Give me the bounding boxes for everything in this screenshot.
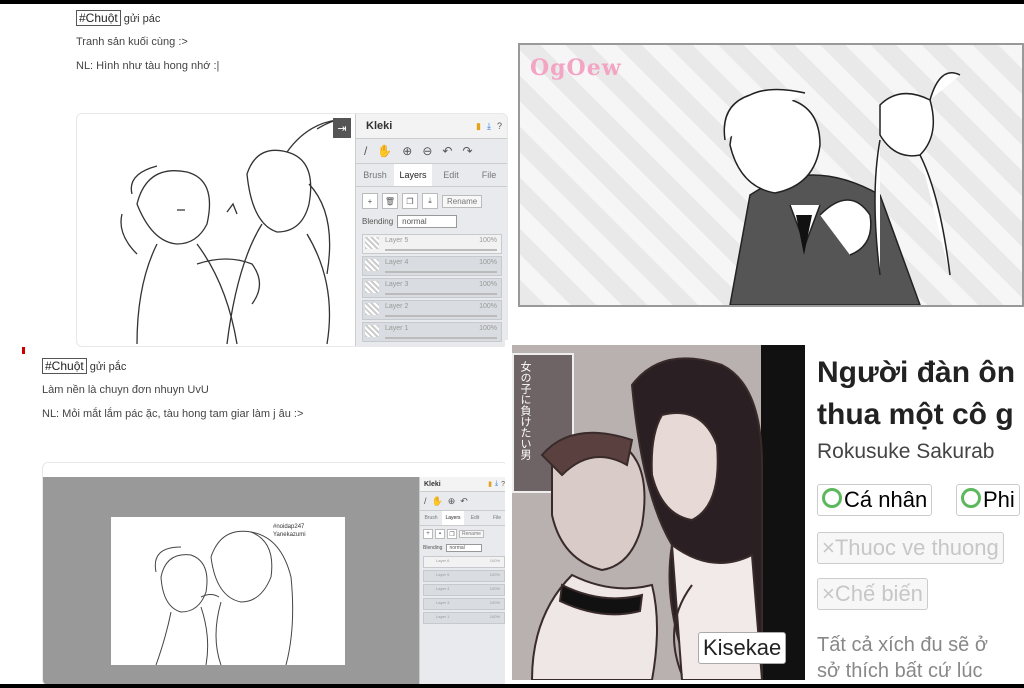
post-1-suffix: gửi pác bbox=[123, 13, 161, 25]
post-2-suffix: gửi pắc bbox=[89, 361, 127, 373]
manga-author[interactable]: Rokusuke Sakurab bbox=[817, 440, 994, 464]
sketch-image-3: #noidap247 Yanekazumi Kleki ▮ ⤓ ? / ✋ ⊕ … bbox=[42, 462, 508, 686]
add-layer-icon[interactable]: + bbox=[362, 193, 378, 209]
brush-tool-icon[interactable]: / bbox=[364, 144, 367, 158]
layer-item[interactable]: Layer 6 100% bbox=[423, 556, 505, 568]
zoom-in-icon[interactable]: ⊕ bbox=[402, 144, 412, 158]
manga-characters bbox=[530, 357, 764, 680]
tab-edit[interactable]: Edit bbox=[432, 164, 470, 186]
kleki-logo: Kleki bbox=[424, 480, 441, 488]
blending-select[interactable]: normal bbox=[446, 544, 483, 552]
kleki-toolbar: / ✋ ⊕ ⊖ ↶ ↷ bbox=[356, 139, 507, 164]
layer-item[interactable]: Layer 3 100% bbox=[423, 598, 505, 610]
suit-figure-illustration bbox=[723, 72, 961, 305]
circle-icon bbox=[961, 488, 981, 508]
duplicate-layer-icon[interactable]: ❐ bbox=[447, 529, 457, 539]
blending-row: Blending normal bbox=[420, 542, 507, 554]
kisekae-badge[interactable]: Kisekae bbox=[698, 632, 787, 664]
hand-tool-icon[interactable]: ✋ bbox=[432, 496, 443, 507]
rename-button[interactable]: Rename bbox=[459, 530, 484, 538]
tag-chip-excluded[interactable]: ×Thuoc ve thuong bbox=[817, 532, 1004, 564]
layer-item[interactable]: Layer 1 100% bbox=[362, 322, 502, 342]
blending-label: Blending bbox=[362, 217, 394, 226]
post-2-line-2: NL: Mỏi mắt lắm pác ặc, tàu hong tam gia… bbox=[42, 408, 304, 420]
kleki-panel-1: Kleki ▮ ⤓ ? / ✋ ⊕ ⊖ ↶ ↷ Brush Layers Edi… bbox=[355, 114, 507, 346]
circle-icon bbox=[822, 488, 842, 508]
post-2: #Chuột gửi pắc Làm nền là chuyn đơn nhuyn… bbox=[42, 358, 303, 420]
blending-label: Blending bbox=[423, 545, 443, 551]
couple-sketch-1 bbox=[120, 119, 348, 345]
blending-row: Blending normal bbox=[356, 211, 507, 232]
manga-cover[interactable]: 女の子に負けたい男 Kisekae bbox=[512, 345, 805, 680]
layer-item[interactable]: Layer 4 100% bbox=[423, 584, 505, 596]
layer-item[interactable]: Layer 3 100% bbox=[362, 278, 502, 298]
download-icon[interactable]: ⤓ bbox=[495, 480, 498, 488]
redo-icon[interactable]: ↷ bbox=[462, 144, 472, 158]
tab-layers[interactable]: Layers bbox=[442, 511, 464, 525]
layer-item[interactable]: Layer 1 100% bbox=[423, 612, 505, 624]
tag-chip-phi[interactable]: Phi bbox=[956, 484, 1020, 516]
layer-item[interactable]: Layer 5 100% bbox=[362, 234, 502, 254]
brush-tool-icon[interactable]: / bbox=[424, 496, 427, 506]
kleki-toolbar: / ✋ ⊕ ↶ bbox=[420, 492, 507, 511]
canvas-paper: #noidap247 Yanekazumi bbox=[111, 517, 345, 665]
folder-icon[interactable]: ▮ bbox=[476, 121, 481, 132]
kleki-header: Kleki ▮ ⤓ ? bbox=[356, 114, 507, 139]
post-1-line-2: NL: Hình như tàu hong nhớ :| bbox=[76, 60, 220, 72]
kleki-logo: Kleki bbox=[366, 120, 393, 132]
help-icon[interactable]: ? bbox=[497, 121, 502, 131]
manga-title-line-1: Người đàn ôn bbox=[817, 356, 1016, 389]
delete-layer-icon[interactable]: ▪ bbox=[435, 529, 445, 539]
post-2-line-1: Làm nền là chuyn đơn nhuyn UvU bbox=[42, 384, 209, 396]
delete-layer-icon[interactable]: 🗑 bbox=[382, 193, 398, 209]
hand-tool-icon[interactable]: ✋ bbox=[377, 144, 392, 158]
top-bar bbox=[0, 0, 1024, 4]
layer-actions: + 🗑 ❐ ⤓ Rename bbox=[356, 187, 507, 211]
manga-description: Tất cả xích đu sẽ ở sở thích bất cứ lúc bbox=[817, 634, 988, 682]
kleki-panel-2: Kleki ▮ ⤓ ? / ✋ ⊕ ↶ Brush Layers Edit Fi… bbox=[419, 477, 507, 685]
manga-title[interactable]: Người đàn ôn thua một cô g bbox=[817, 352, 1015, 436]
rename-button[interactable]: Rename bbox=[442, 194, 483, 208]
tag-chip-excluded[interactable]: ×Chế biến bbox=[817, 578, 928, 610]
blending-select[interactable]: normal bbox=[397, 215, 458, 228]
post-1-line-1: Tranh sản kuối cùng :> bbox=[76, 36, 188, 48]
tab-brush[interactable]: Brush bbox=[420, 511, 442, 525]
tab-layers[interactable]: Layers bbox=[394, 164, 432, 186]
kleki-tabs: Brush Layers Edit File bbox=[420, 511, 507, 526]
folder-icon[interactable]: ▮ bbox=[488, 480, 492, 488]
tab-file[interactable]: File bbox=[470, 164, 507, 186]
tab-edit[interactable]: Edit bbox=[464, 511, 486, 525]
post-1: #Chuột gửi pác Tranh sản kuối cùng :> NL:… bbox=[76, 10, 219, 72]
bottom-bar bbox=[0, 684, 1024, 688]
couple-sketch-2 bbox=[154, 530, 294, 665]
add-layer-icon[interactable]: + bbox=[423, 529, 433, 539]
illustration-image-2: OgOew bbox=[518, 43, 1024, 307]
zoom-in-icon[interactable]: ⊕ bbox=[448, 496, 456, 507]
collapse-panel-button[interactable]: ⇥ bbox=[333, 118, 351, 138]
duplicate-layer-icon[interactable]: ❐ bbox=[402, 193, 418, 209]
hashtag[interactable]: #Chuột bbox=[76, 10, 121, 26]
red-marker bbox=[22, 347, 25, 354]
zoom-out-icon[interactable]: ⊖ bbox=[422, 144, 432, 158]
layer-item[interactable]: Layer 5 100% bbox=[423, 570, 505, 582]
sketch-image-1: ⇥ Kleki ▮ ⤓ ? / ✋ ⊕ ⊖ ↶ ↷ Brush Layers E… bbox=[76, 113, 508, 347]
kleki-header: Kleki ▮ ⤓ ? bbox=[420, 477, 507, 492]
layer-actions: + ▪ ❐ Rename bbox=[420, 526, 507, 542]
kleki-tabs: Brush Layers Edit File bbox=[356, 164, 507, 187]
merge-layer-icon[interactable]: ⤓ bbox=[422, 193, 438, 209]
undo-icon[interactable]: ↶ bbox=[460, 496, 468, 507]
manga-title-line-2: thua một cô g bbox=[817, 398, 1014, 431]
undo-icon[interactable]: ↶ bbox=[442, 144, 452, 158]
tag-chip-ca-nhan[interactable]: Cá nhân bbox=[817, 484, 933, 516]
layer-item[interactable]: Layer 2 100% bbox=[362, 300, 502, 320]
download-icon[interactable]: ⤓ bbox=[487, 121, 491, 132]
tab-brush[interactable]: Brush bbox=[356, 164, 394, 186]
hashtag[interactable]: #Chuột bbox=[42, 358, 87, 374]
layer-item[interactable]: Layer 4 100% bbox=[362, 256, 502, 276]
